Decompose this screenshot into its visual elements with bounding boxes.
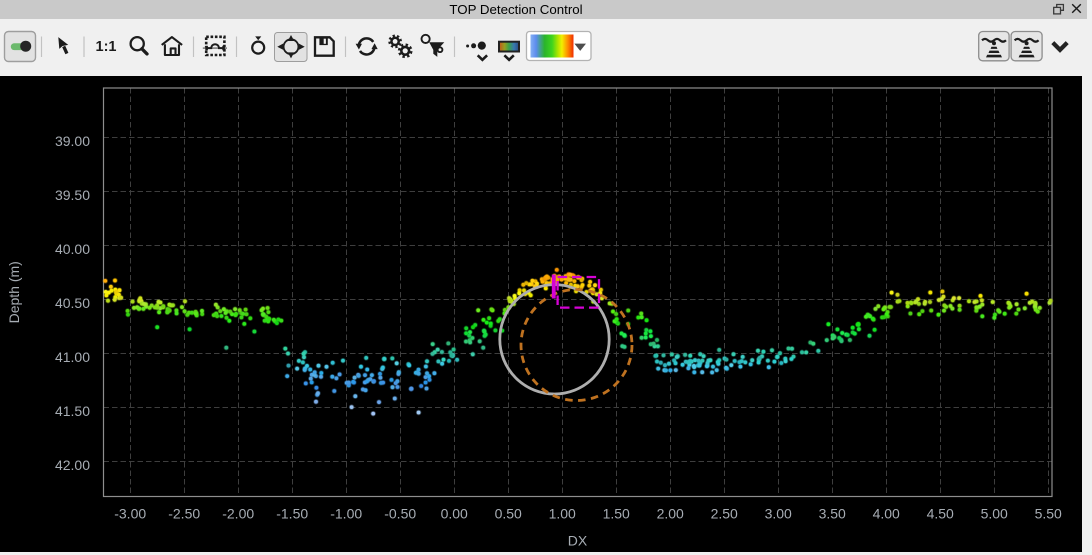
svg-text:2.50: 2.50 [711,506,738,522]
svg-text:41.50: 41.50 [55,403,90,419]
svg-text:41.00: 41.00 [55,349,90,365]
svg-text:39.00: 39.00 [55,133,90,149]
svg-text:39.50: 39.50 [55,187,90,203]
svg-text:Depth (m): Depth (m) [6,261,22,323]
svg-text:-1.00: -1.00 [330,506,362,522]
svg-text:3.50: 3.50 [819,506,846,522]
svg-text:5.50: 5.50 [1035,506,1062,522]
svg-text:-0.50: -0.50 [384,506,416,522]
svg-text:-2.00: -2.00 [222,506,254,522]
svg-text:-3.00: -3.00 [114,506,146,522]
svg-text:DX: DX [568,533,588,549]
svg-text:-2.50: -2.50 [168,506,200,522]
svg-text:5.00: 5.00 [981,506,1008,522]
svg-text:4.50: 4.50 [927,506,954,522]
svg-text:40.00: 40.00 [55,241,90,257]
svg-text:0.00: 0.00 [441,506,468,522]
svg-text:42.00: 42.00 [55,457,90,473]
svg-text:3.00: 3.00 [765,506,792,522]
svg-text:1.50: 1.50 [603,506,630,522]
svg-text:2.00: 2.00 [657,506,684,522]
svg-text:-1.50: -1.50 [276,506,308,522]
svg-text:1.00: 1.00 [549,506,576,522]
svg-text:40.50: 40.50 [55,295,90,311]
svg-text:0.50: 0.50 [495,506,522,522]
svg-text:1:1: 1:1 [96,39,117,55]
svg-text:4.00: 4.00 [873,506,900,522]
